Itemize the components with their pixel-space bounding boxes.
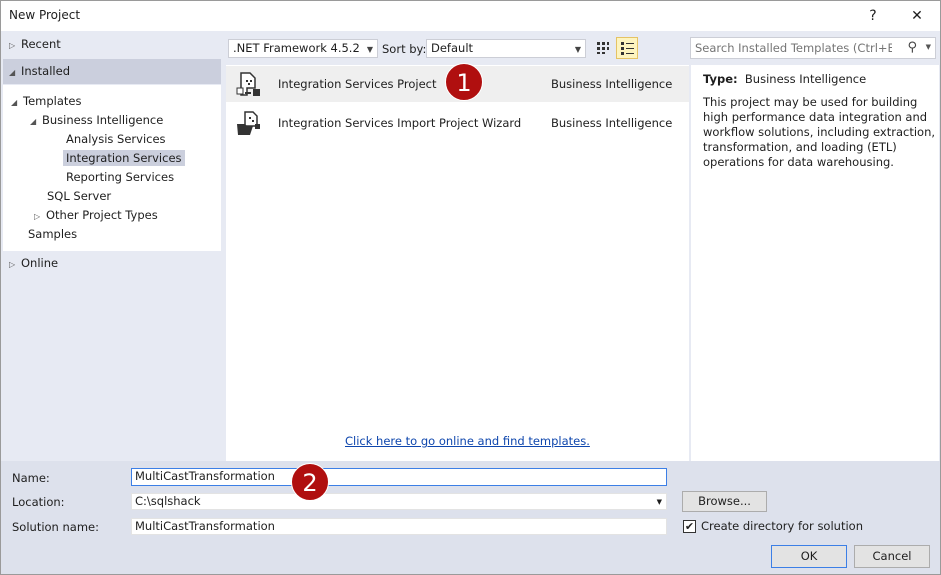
tree-reporting-services[interactable]: Reporting Services [66, 170, 174, 184]
title-bar: New Project ? ✕ [1, 1, 940, 31]
template-list: Integration Services Project Business In… [226, 65, 689, 461]
template-category: Business Intelligence [551, 116, 673, 130]
type-label: Type: [703, 72, 738, 86]
close-button[interactable]: ✕ [905, 5, 929, 27]
expand-icon: ▷ [34, 212, 41, 221]
help-button[interactable]: ? [861, 5, 885, 27]
search-icon[interactable]: ⚲ [907, 40, 917, 55]
create-directory-label[interactable]: Create directory for solution [701, 519, 863, 533]
template-description: This project may be used for building hi… [703, 95, 936, 169]
solution-name-label: Solution name: [12, 520, 99, 534]
solution-name-input[interactable]: MultiCastTransformation [131, 518, 667, 535]
create-directory-checkbox[interactable]: ✔ [683, 520, 696, 533]
project-form: Name: MultiCastTransformation Location: … [1, 461, 940, 574]
chevron-down-icon[interactable]: ▼ [657, 495, 662, 510]
checkmark-icon: ✔ [684, 520, 695, 533]
framework-dropdown[interactable]: .NET Framework 4.5.2 ▼ [228, 39, 378, 58]
tree-analysis-services[interactable]: Analysis Services [66, 132, 166, 146]
nav-label: Installed [21, 64, 70, 78]
collapse-icon: ◢ [30, 117, 37, 126]
collapse-icon: ◢ [9, 68, 16, 77]
location-label: Location: [12, 495, 65, 509]
tree-integration-services[interactable]: Integration Services [63, 150, 185, 166]
nav-recent[interactable]: ▷ Recent [9, 37, 61, 51]
name-label: Name: [12, 471, 50, 485]
template-name: Integration Services Project [278, 77, 437, 91]
callout-badge-2: 2 [291, 463, 329, 501]
type-value: Business Intelligence [744, 72, 867, 86]
tree-samples[interactable]: Samples [28, 227, 77, 241]
online-templates-link[interactable]: Click here to go online and find templat… [345, 434, 590, 448]
cancel-button[interactable]: Cancel [854, 545, 930, 568]
nav-label: Online [21, 256, 59, 270]
framework-value: .NET Framework 4.5.2 [233, 41, 360, 55]
tree-templates[interactable]: ◢ Templates [11, 94, 81, 108]
nav-label: Recent [21, 37, 61, 51]
tree-label: Templates [23, 94, 82, 108]
integration-services-project-icon [236, 72, 260, 96]
chevron-down-icon: ▼ [574, 45, 581, 54]
expand-icon: ▷ [9, 260, 16, 269]
nav-online[interactable]: ▷ Online [9, 256, 58, 270]
tree-other-project-types[interactable]: ▷ Other Project Types [34, 208, 158, 222]
collapse-icon: ◢ [11, 98, 18, 107]
template-name: Integration Services Import Project Wiza… [278, 116, 522, 130]
tree-sql-server[interactable]: SQL Server [47, 189, 111, 203]
nav-installed[interactable]: ◢ Installed [3, 59, 221, 84]
location-value: C:\sqlshack [135, 494, 201, 508]
tree-label: Other Project Types [46, 208, 158, 222]
new-project-dialog: New Project ? ✕ ▷ Recent ◢ Installed ◢ Temp… [0, 0, 941, 575]
chevron-down-icon[interactable]: ▼ [926, 43, 931, 51]
callout-badge-1: 1 [445, 63, 483, 101]
sort-dropdown[interactable]: Default ▼ [426, 39, 586, 58]
installed-tree: ◢ Templates ◢ Business Intelligence Analys… [3, 85, 221, 251]
location-combobox[interactable]: C:\sqlshack ▼ [131, 493, 667, 510]
tree-business-intelligence[interactable]: ◢ Business Intelligence [30, 113, 163, 127]
list-view-icon[interactable] [616, 37, 638, 59]
ok-button[interactable]: OK [771, 545, 847, 568]
name-input[interactable]: MultiCastTransformation [131, 468, 667, 486]
sort-value: Default [431, 41, 474, 55]
browse-button[interactable]: Browse... [682, 491, 767, 512]
import-project-wizard-icon [237, 111, 260, 135]
template-item[interactable]: Integration Services Import Project Wiza… [226, 105, 689, 141]
search-field[interactable] [691, 38, 896, 57]
sort-label: Sort by: [382, 42, 427, 56]
grid-view-icon[interactable] [594, 39, 612, 57]
search-templates-input[interactable]: ⚲ ▼ [690, 37, 936, 59]
tree-label: Business Intelligence [42, 113, 164, 127]
template-category: Business Intelligence [551, 77, 673, 91]
chevron-down-icon: ▼ [366, 45, 373, 54]
dialog-title: New Project [9, 8, 81, 22]
expand-icon: ▷ [9, 41, 16, 50]
details-pane: Type: Business Intelligence This project… [691, 65, 939, 461]
